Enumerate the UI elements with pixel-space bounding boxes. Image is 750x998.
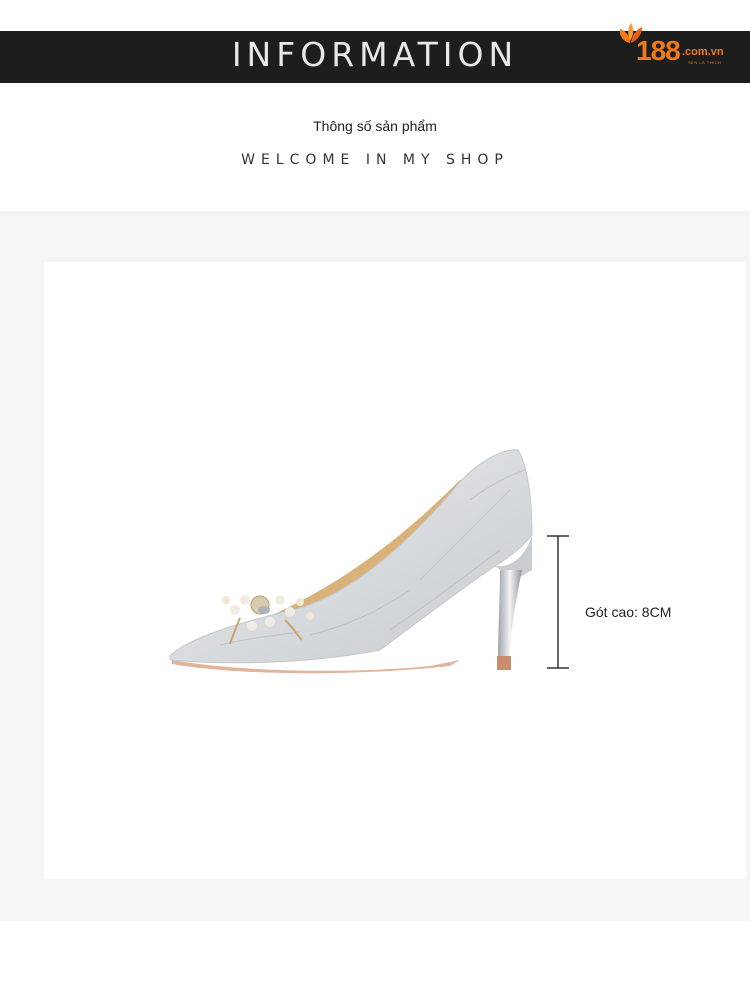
heel-height-label: Gót cao: 8CM <box>585 604 672 620</box>
logo-domain: .com.vn <box>682 46 724 58</box>
product-image <box>169 449 533 674</box>
welcome-text: WELCOME IN MY SHOP <box>241 152 509 168</box>
site-logo[interactable]: 188 .com.vn SEN LÀ THÍCH <box>616 21 734 71</box>
logo-tagline: SEN LÀ THÍCH <box>688 60 722 65</box>
logo-number: 188 <box>636 35 681 66</box>
heel-height-indicator <box>547 535 569 669</box>
section-subtitle: Thông số sản phẩm <box>313 118 437 134</box>
